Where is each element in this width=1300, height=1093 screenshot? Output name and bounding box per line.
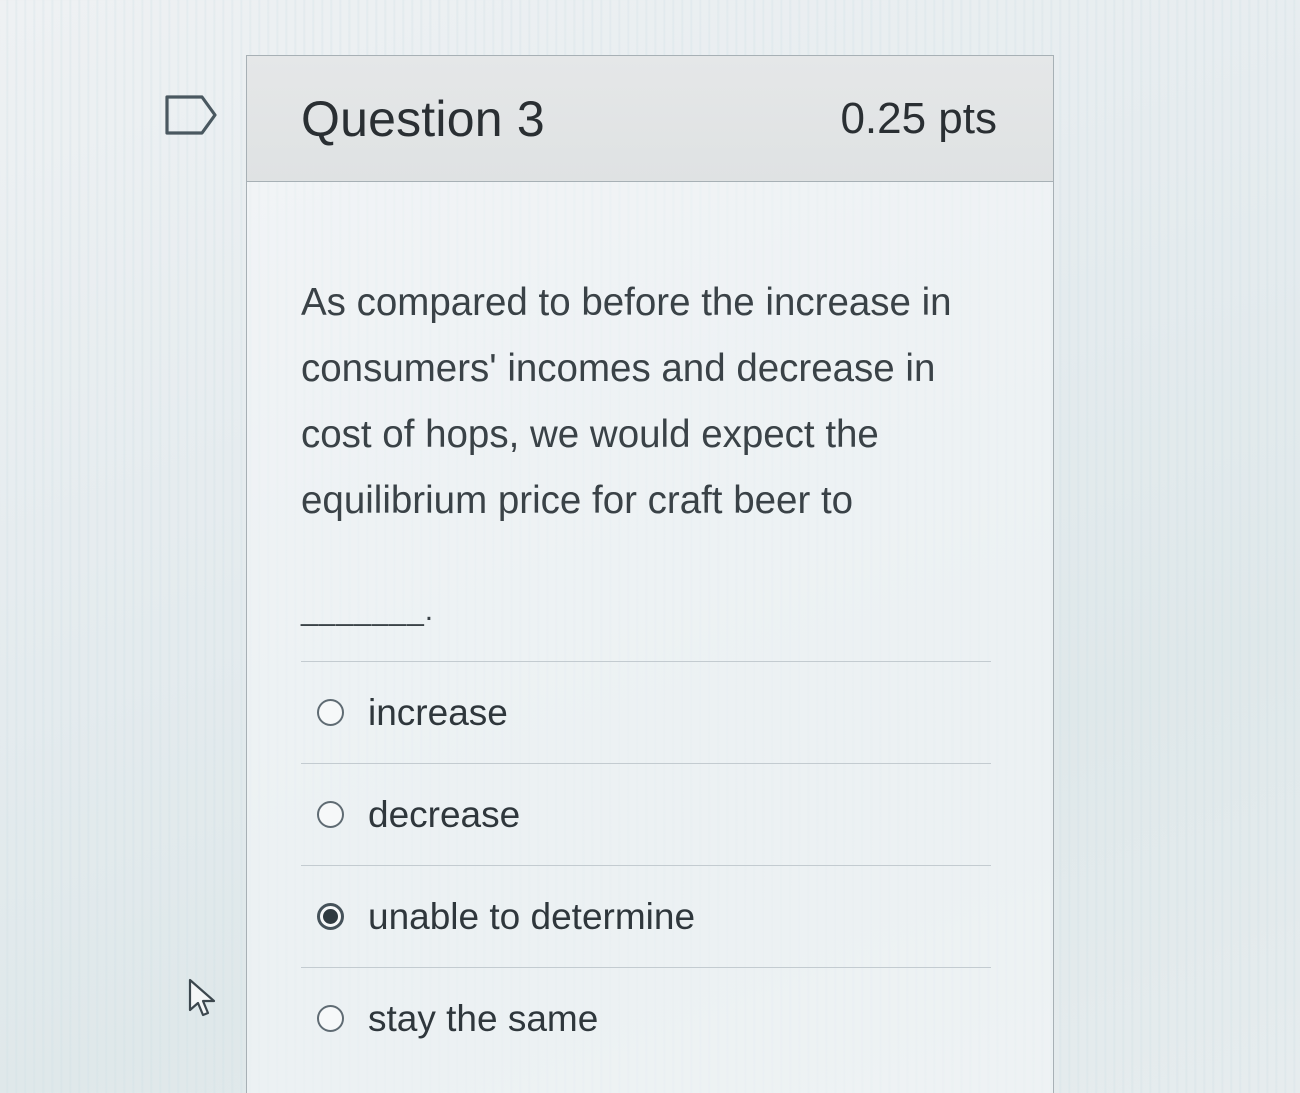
mouse-pointer-icon bbox=[188, 978, 216, 1017]
answer-label: increase bbox=[368, 691, 508, 733]
radio-button[interactable] bbox=[317, 1005, 344, 1032]
answer-option-stay-the-same[interactable]: stay the same bbox=[301, 967, 991, 1069]
radio-button[interactable] bbox=[317, 699, 344, 726]
flag-question-icon[interactable] bbox=[164, 94, 218, 136]
question-title: Question 3 bbox=[301, 90, 545, 147]
answer-label: decrease bbox=[368, 793, 521, 835]
answer-list: increase decrease unable to determine st… bbox=[301, 661, 991, 1069]
radio-button[interactable] bbox=[317, 801, 344, 828]
answer-option-decrease[interactable]: decrease bbox=[301, 763, 991, 865]
radio-button-selected[interactable] bbox=[317, 903, 344, 930]
question-text: As compared to before the increase in co… bbox=[301, 281, 952, 522]
question-blank: _______. bbox=[301, 594, 435, 627]
answer-option-increase[interactable]: increase bbox=[301, 661, 991, 763]
question-points: 0.25 pts bbox=[840, 93, 997, 143]
question-header: Question 3 0.25 pts bbox=[247, 56, 1053, 182]
answer-option-unable-to-determine[interactable]: unable to determine bbox=[301, 865, 991, 967]
answer-label: unable to determine bbox=[368, 895, 696, 937]
question-card: Question 3 0.25 pts As compared to befor… bbox=[246, 55, 1054, 1093]
answer-label: stay the same bbox=[368, 997, 599, 1039]
